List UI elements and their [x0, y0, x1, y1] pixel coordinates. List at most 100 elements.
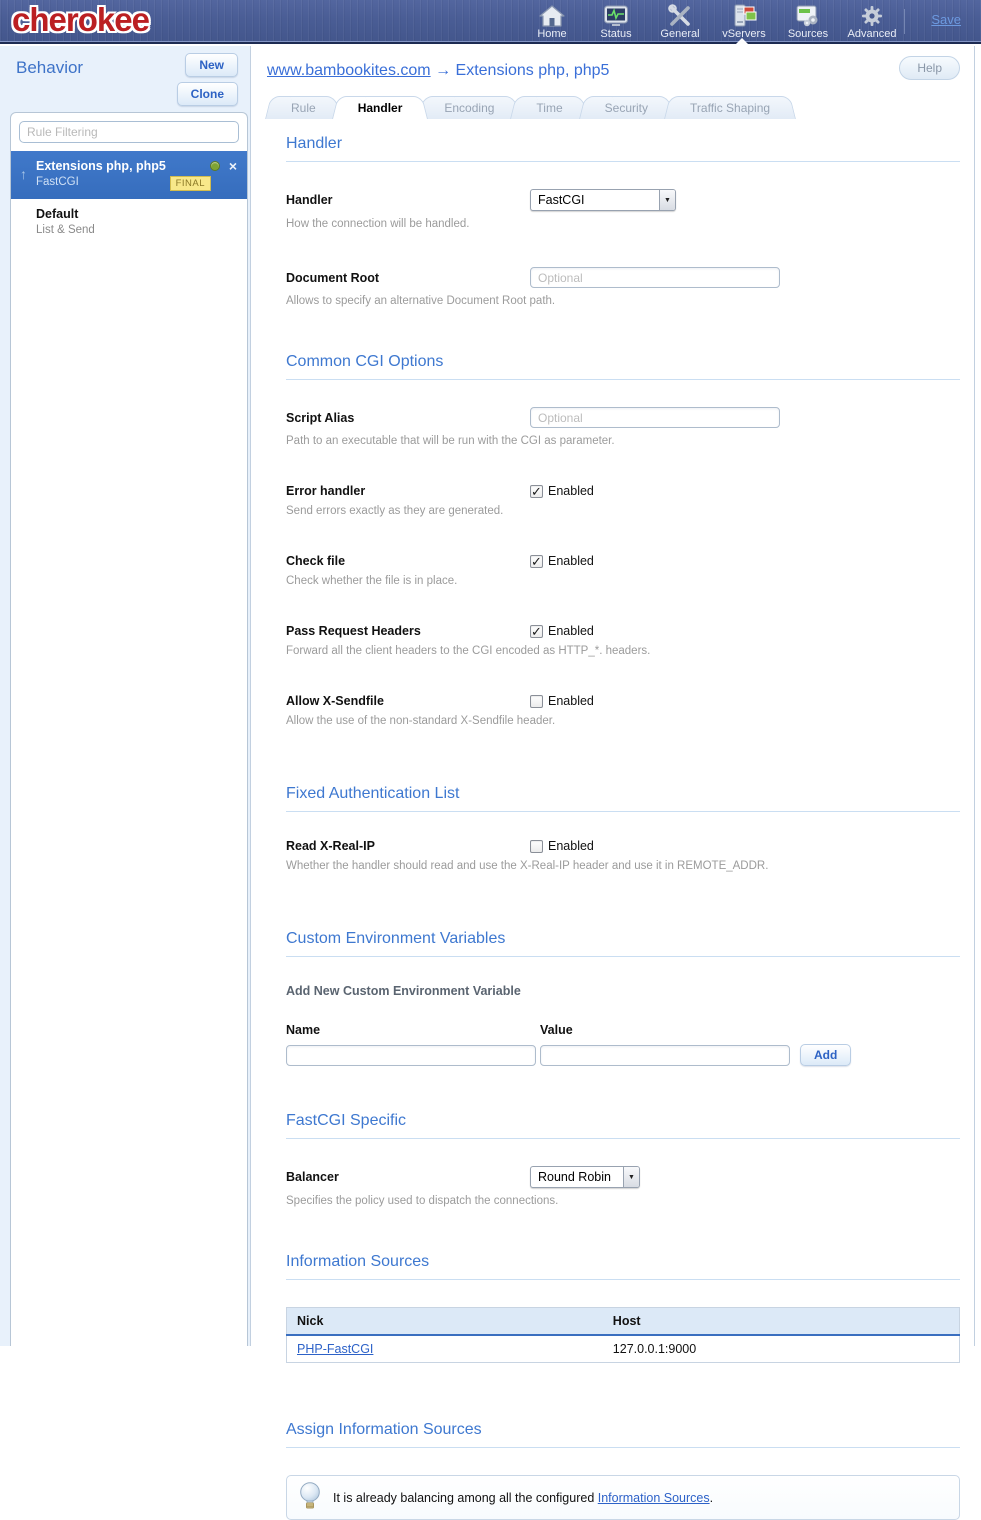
select-value: Round Robin	[531, 1167, 623, 1187]
new-rule-button[interactable]: New	[185, 53, 238, 77]
field-label: Allow X-Sendfile	[286, 694, 530, 708]
nav-item-advanced[interactable]: Advanced	[840, 3, 904, 40]
tab-traffic-shaping[interactable]: Traffic Shaping	[664, 96, 796, 119]
field-read-x-real-ip: Read X-Real-IP Enabled Whether the handl…	[286, 839, 960, 872]
custom-env-form: Name Value Add	[286, 1023, 960, 1066]
tab-bar: Rule Handler Encoding Time Security Traf…	[265, 96, 974, 119]
note-text: It is already balancing among all the co…	[333, 1491, 713, 1505]
rule-subtitle: List & Send	[36, 224, 237, 236]
checkbox-label: Enabled	[548, 839, 594, 853]
handler-select[interactable]: FastCGI ▼	[530, 189, 676, 211]
behavior-sidebar: Behavior New Clone ↑ Extensions php, php…	[0, 46, 250, 1346]
section-divider	[286, 1447, 960, 1448]
dropdown-arrow-icon: ▼	[623, 1167, 639, 1187]
field-label: Balancer	[286, 1170, 530, 1184]
field-description: Path to an executable that will be run w…	[286, 435, 960, 447]
env-name-input[interactable]	[286, 1045, 536, 1066]
breadcrumb: www.bambookites.com → Extensions php, ph…	[267, 62, 609, 80]
allow-x-sendfile-checkbox[interactable]	[530, 695, 543, 708]
rule-title: Extensions php, php5	[36, 159, 204, 173]
checkbox-label: Enabled	[548, 624, 594, 638]
read-x-real-ip-checkbox[interactable]	[530, 840, 543, 853]
main-nav: Home Status General vServers Sources Adv…	[520, 3, 904, 40]
field-description: How the connection will be handled.	[286, 218, 960, 230]
add-env-button[interactable]: Add	[800, 1044, 851, 1066]
rule-item-extensions-php[interactable]: ↑ Extensions php, php5 × FastCGI FINAL	[11, 151, 247, 199]
tab-security[interactable]: Security	[579, 96, 674, 119]
advanced-icon	[840, 4, 904, 28]
vservers-icon	[712, 4, 776, 28]
field-label: Handler	[286, 193, 530, 207]
rules-panel: ↑ Extensions php, php5 × FastCGI FINAL D…	[10, 112, 248, 1346]
information-sources-table: Nick Host PHP-FastCGI 127.0.0.1:9000	[286, 1307, 960, 1363]
active-nav-indicator	[736, 38, 748, 44]
top-header: cherokee Home Status General vServers So…	[0, 0, 981, 44]
save-link[interactable]: Save	[931, 12, 961, 27]
field-balancer: Balancer Round Robin ▼ Specifies the pol…	[286, 1166, 960, 1207]
clone-rule-button[interactable]: Clone	[177, 82, 238, 106]
tab-rule[interactable]: Rule	[265, 96, 342, 119]
source-nick-link[interactable]: PHP-FastCGI	[297, 1342, 373, 1356]
rule-close-icon[interactable]: ×	[229, 161, 237, 171]
nav-item-sources[interactable]: Sources	[776, 3, 840, 40]
check-file-checkbox[interactable]: ✓	[530, 555, 543, 568]
nav-label: Sources	[776, 28, 840, 40]
content-panel: www.bambookites.com → Extensions php, ph…	[250, 46, 975, 1346]
field-label: Script Alias	[286, 411, 530, 425]
tab-handler[interactable]: Handler	[332, 96, 429, 119]
move-up-icon[interactable]: ↑	[20, 166, 27, 182]
field-description: Whether the handler should read and use …	[286, 860, 960, 872]
cherokee-logo[interactable]: cherokee	[12, 1, 149, 39]
error-handler-checkbox[interactable]: ✓	[530, 485, 543, 498]
tab-time[interactable]: Time	[510, 96, 588, 119]
nav-label: Home	[520, 28, 584, 40]
settings-sections: Handler Handler FastCGI ▼ How the connec…	[286, 135, 960, 1520]
env-value-input[interactable]	[540, 1045, 790, 1066]
field-label: Error handler	[286, 484, 530, 498]
rule-item-default[interactable]: Default List & Send	[11, 199, 247, 245]
section-title-fixed-auth: Fixed Authentication List	[286, 785, 960, 803]
note-suffix: .	[710, 1491, 713, 1505]
tab-encoding[interactable]: Encoding	[418, 96, 520, 119]
balancer-select[interactable]: Round Robin ▼	[530, 1166, 640, 1188]
field-handler: Handler FastCGI ▼ How the connection wil…	[286, 189, 960, 230]
section-title-info-sources: Information Sources	[286, 1253, 960, 1271]
nav-item-vservers[interactable]: vServers	[712, 3, 776, 40]
nav-label: Status	[584, 28, 648, 40]
lightbulb-icon	[299, 1481, 321, 1514]
column-header-host: Host	[603, 1308, 960, 1336]
rule-status-dot-icon[interactable]	[210, 161, 220, 171]
script-alias-input[interactable]	[530, 407, 780, 428]
nav-item-general[interactable]: General	[648, 3, 712, 40]
breadcrumb-page: Extensions php, php5	[456, 62, 610, 79]
rule-filter-input[interactable]	[19, 121, 239, 143]
checkbox-label: Enabled	[548, 554, 594, 568]
field-label: Check file	[286, 554, 530, 568]
field-description: Send errors exactly as they are generate…	[286, 505, 960, 517]
help-button[interactable]: Help	[899, 56, 960, 80]
nav-item-status[interactable]: Status	[584, 3, 648, 40]
home-icon	[520, 4, 584, 28]
section-divider	[286, 379, 960, 380]
field-allow-x-sendfile: Allow X-Sendfile Enabled Allow the use o…	[286, 694, 960, 727]
section-divider	[286, 161, 960, 162]
balancing-note: It is already balancing among all the co…	[286, 1475, 960, 1520]
section-divider	[286, 1138, 960, 1139]
field-document-root: Document Root Allows to specify an alter…	[286, 267, 960, 307]
document-root-input[interactable]	[530, 267, 780, 288]
checkbox-label: Enabled	[548, 484, 594, 498]
field-description: Allow the use of the non-standard X-Send…	[286, 715, 960, 727]
section-title-custom-env: Custom Environment Variables	[286, 930, 960, 948]
nav-item-home[interactable]: Home	[520, 3, 584, 40]
content-header: www.bambookites.com → Extensions php, ph…	[251, 46, 974, 86]
custom-env-subheading: Add New Custom Environment Variable	[286, 984, 960, 998]
general-icon	[648, 4, 712, 28]
information-sources-link[interactable]: Information Sources	[598, 1491, 710, 1505]
section-title-handler: Handler	[286, 135, 960, 153]
field-description: Check whether the file is in place.	[286, 575, 960, 587]
nav-label: Advanced	[840, 28, 904, 40]
pass-request-headers-checkbox[interactable]: ✓	[530, 625, 543, 638]
field-label: Pass Request Headers	[286, 624, 530, 638]
column-header-nick: Nick	[287, 1308, 603, 1336]
breadcrumb-site-link[interactable]: www.bambookites.com	[267, 62, 431, 79]
